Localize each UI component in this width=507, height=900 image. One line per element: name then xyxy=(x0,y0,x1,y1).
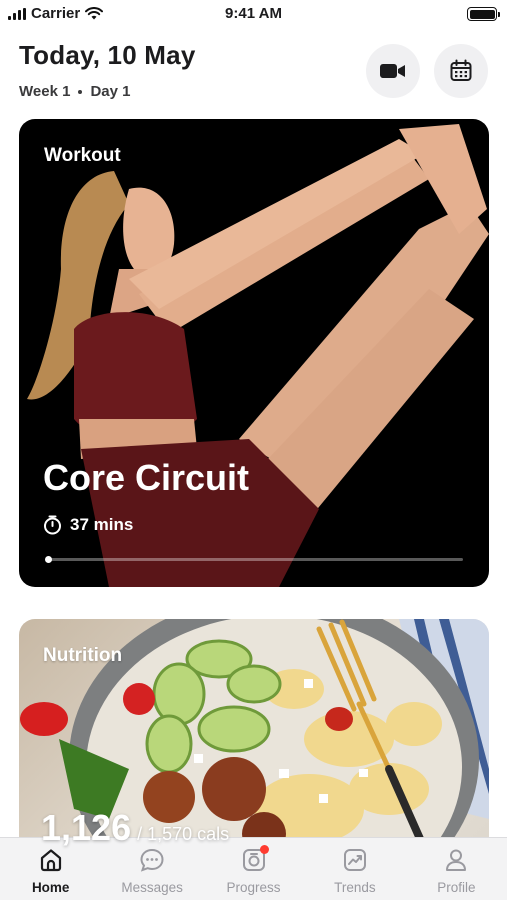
video-call-button[interactable] xyxy=(366,44,420,98)
person-icon xyxy=(442,846,470,874)
workout-progress-knob xyxy=(45,556,52,563)
calorie-summary: 1,126 / 1,570 cals xyxy=(41,807,229,849)
calories-goal: / 1,570 cals xyxy=(137,824,230,844)
workout-duration: 37 mins xyxy=(43,515,133,535)
notification-badge xyxy=(259,845,269,854)
workout-title: Core Circuit xyxy=(43,457,250,498)
page-header: Today, 10 May Week 1 Day 1 xyxy=(19,40,195,100)
stopwatch-icon xyxy=(44,515,61,535)
duration-text: 37 mins xyxy=(70,515,134,534)
week-label: Week 1 xyxy=(19,83,71,100)
page-title: Today, 10 May xyxy=(19,40,196,70)
clock: 9:41 AM xyxy=(225,5,282,22)
tab-profile[interactable]: Profile xyxy=(406,838,507,900)
status-bar: Carrier 9:41 AM xyxy=(0,0,507,26)
calendar-button[interactable] xyxy=(434,44,488,98)
tab-trends[interactable]: Trends xyxy=(304,838,405,900)
workout-label: Workout xyxy=(44,145,121,166)
tab-label: Trends xyxy=(334,880,376,895)
tab-label: Home xyxy=(31,880,70,895)
tab-label: Progress xyxy=(226,880,281,895)
program-position: Week 1 Day 1 xyxy=(19,83,195,100)
home-icon xyxy=(37,846,65,874)
trend-chart-icon xyxy=(341,846,369,874)
battery-icon xyxy=(467,7,500,21)
camera-icon xyxy=(240,845,269,874)
nutrition-label: Nutrition xyxy=(43,645,123,666)
tab-label: Messages xyxy=(121,880,183,895)
workout-card[interactable]: Workout Core Circuit 37 mins xyxy=(19,119,489,587)
chat-icon xyxy=(138,846,166,874)
tab-label: Profile xyxy=(437,880,476,895)
day-label: Day 1 xyxy=(90,83,131,100)
workout-progress-bar xyxy=(45,556,463,563)
separator-dot xyxy=(78,89,83,94)
calendar-icon xyxy=(450,59,472,81)
video-camera-icon xyxy=(380,64,405,78)
calories-consumed: 1,126 xyxy=(41,807,132,848)
